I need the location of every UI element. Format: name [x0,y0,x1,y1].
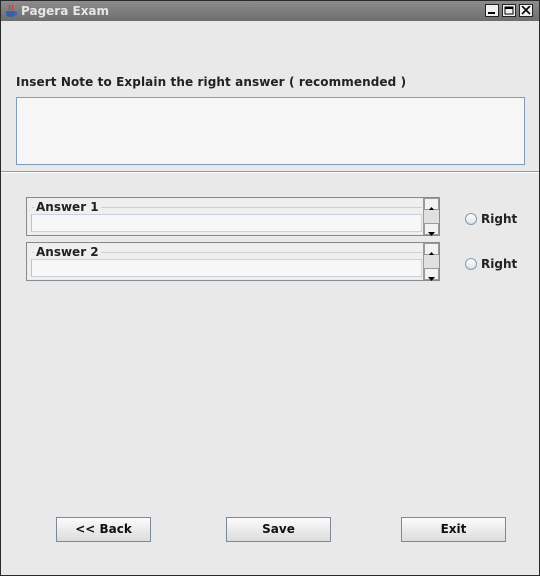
minimize-button[interactable] [485,4,499,17]
separator-highlight [1,172,539,173]
answer-1-right-radio[interactable] [465,213,477,225]
window-title: Pagera Exam [21,4,110,18]
answer-1-title: Answer 1 [34,200,101,214]
exit-button[interactable]: Exit [401,517,506,542]
close-icon [521,6,531,15]
answer-1-field[interactable] [31,214,422,232]
scroll-down-button[interactable] [424,268,439,281]
answer-1-box: Answer 1 [28,199,424,234]
arrow-down-icon [428,232,435,236]
save-button[interactable]: Save [226,517,331,542]
answer-2-panel: Answer 2 [26,242,440,281]
arrow-down-icon [428,277,435,281]
scroll-up-button[interactable] [424,243,439,256]
answer-2-scrollbar[interactable] [423,243,439,281]
app-window: Pagera Exam Insert Note to Explain the r… [0,0,540,576]
scroll-track[interactable] [424,210,439,223]
maximize-icon [504,6,514,15]
answer-2-box: Answer 2 [28,244,424,279]
back-button[interactable]: << Back [56,517,151,542]
answer-2-title: Answer 2 [34,245,101,259]
title-bar[interactable]: Pagera Exam [1,1,539,21]
answer-1-panel: Answer 1 [26,197,440,236]
answer-1-right-label[interactable]: Right [481,212,517,226]
note-textarea[interactable] [16,97,525,165]
minimize-icon [488,12,495,14]
answer-1-scrollbar[interactable] [423,198,439,236]
answer-2-right-radio[interactable] [465,258,477,270]
java-cup-icon [6,4,18,17]
scroll-down-button[interactable] [424,223,439,236]
note-label: Insert Note to Explain the right answer … [16,75,407,89]
close-button[interactable] [519,4,533,17]
answer-2-right-label[interactable]: Right [481,257,517,271]
answer-2-field[interactable] [31,259,422,277]
scroll-track[interactable] [424,255,439,268]
maximize-button[interactable] [502,4,516,17]
scroll-up-button[interactable] [424,198,439,211]
